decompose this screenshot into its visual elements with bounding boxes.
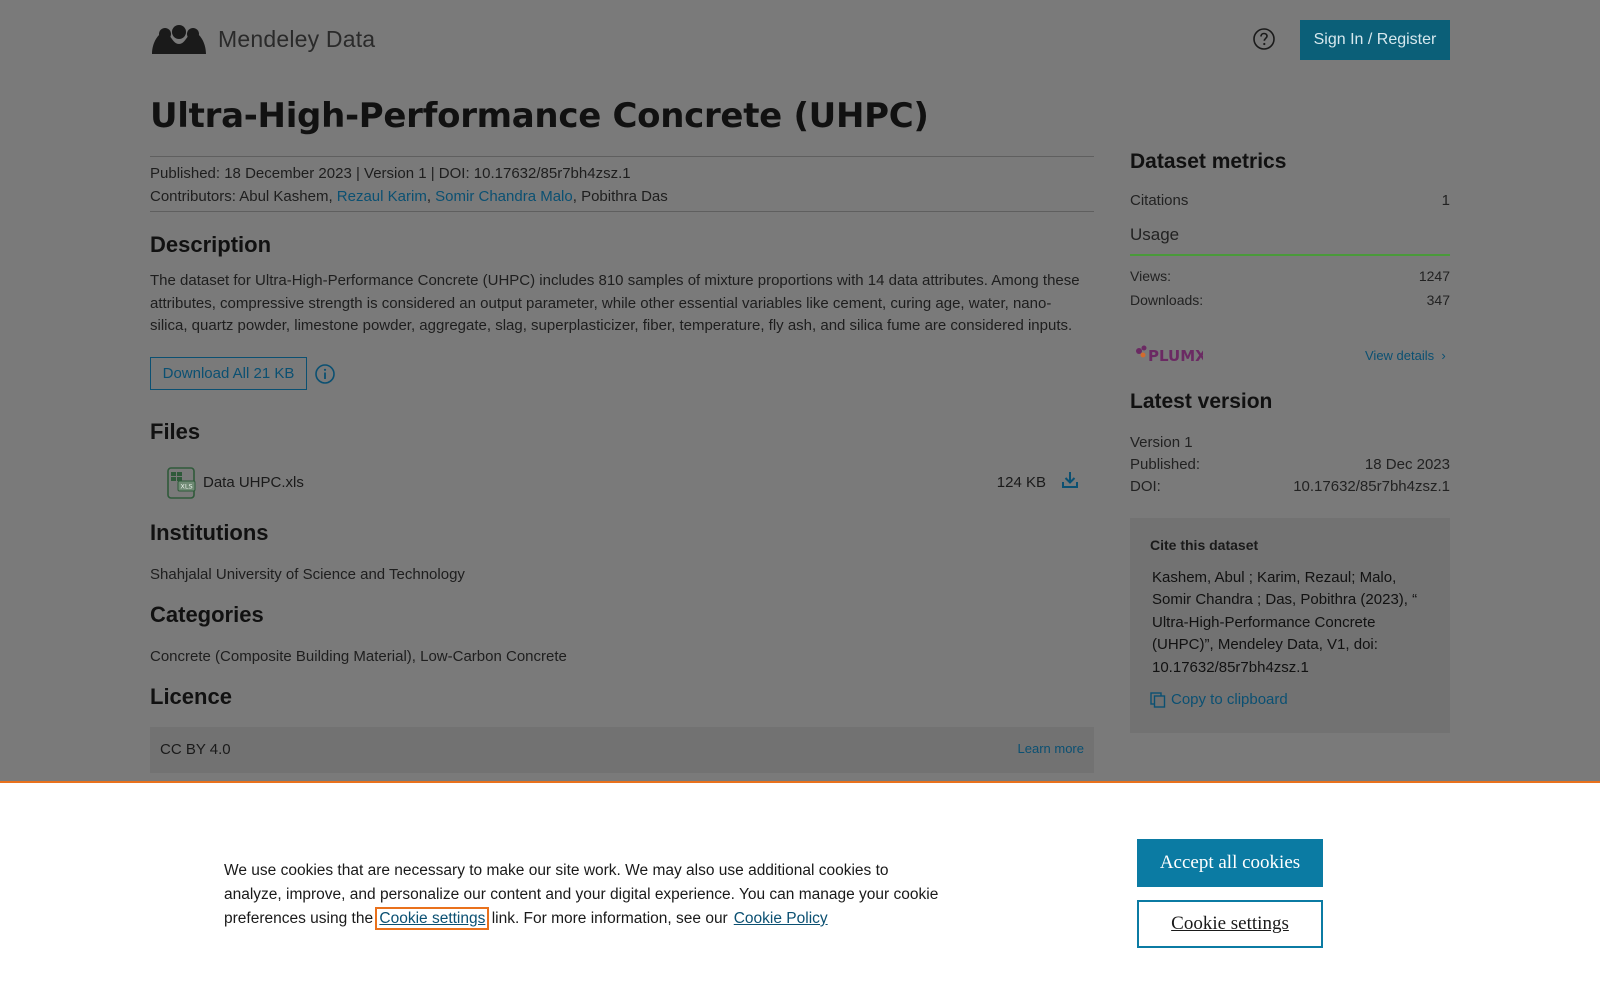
mendeley-logo-icon bbox=[152, 25, 206, 54]
downloads-label: Downloads: bbox=[1130, 292, 1204, 308]
cookie-banner: We use cookies that are necessary to mak… bbox=[0, 781, 1600, 1000]
description-heading: Description bbox=[150, 232, 272, 257]
cookie-settings-button[interactable]: Cookie settings bbox=[1137, 900, 1323, 948]
published-row: Published: 18 Dec 2023 bbox=[1130, 456, 1450, 473]
meta-divider bbox=[150, 211, 1094, 212]
info-icon[interactable] bbox=[314, 363, 336, 385]
sign-in-register-button[interactable]: Sign In / Register bbox=[1300, 20, 1450, 60]
licence-heading: Licence bbox=[150, 684, 232, 709]
files-heading: Files bbox=[150, 419, 201, 444]
view-details-link[interactable]: View details › bbox=[1365, 348, 1446, 363]
description-text: The dataset for Ultra-High-Performance C… bbox=[150, 272, 1080, 334]
cookie-message: We use cookies that are necessary to mak… bbox=[224, 859, 944, 931]
cite-dataset-box: Cite this dataset Kashem, Abul ; Karim, … bbox=[1130, 518, 1450, 733]
view-details-label: View details bbox=[1365, 348, 1435, 363]
doi-label: DOI: bbox=[1130, 478, 1161, 495]
views-value: 1247 bbox=[1418, 268, 1450, 284]
download-icon[interactable] bbox=[1060, 470, 1080, 490]
dataset-title: Ultra-High-Performance Concrete (UHPC) bbox=[150, 96, 929, 136]
copy-to-clipboard-button[interactable]: Copy to clipboard bbox=[1150, 691, 1288, 708]
citations-label: Citations bbox=[1130, 192, 1189, 209]
institutions-heading: Institutions bbox=[150, 520, 269, 545]
usage-divider bbox=[1130, 254, 1450, 256]
contributors-label: Contributors: bbox=[150, 188, 236, 205]
contributors-line: Contributors: Abul Kashem, Rezaul Karim,… bbox=[150, 188, 668, 205]
title-divider bbox=[150, 156, 1094, 157]
xls-file-icon: XLS bbox=[167, 467, 196, 499]
contributor-link[interactable]: Rezaul Karim bbox=[337, 188, 427, 205]
categories-text: Concrete (Composite Building Material), … bbox=[150, 648, 567, 665]
logo-text: Mendeley Data bbox=[218, 25, 376, 52]
published-value: 18 Dec 2023 bbox=[1364, 456, 1450, 473]
mendeley-logo[interactable]: Mendeley Data bbox=[150, 22, 375, 56]
svg-text:PLUMX: PLUMX bbox=[1148, 347, 1203, 365]
latest-version-heading: Latest version bbox=[1130, 390, 1273, 413]
page: Mendeley Data Sign In / Register Ultra-H… bbox=[0, 0, 1600, 1000]
learn-more-link[interactable]: Learn more bbox=[1018, 741, 1084, 756]
licence-name: CC BY 4.0 bbox=[160, 741, 231, 758]
file-row[interactable]: XLS Data UHPC.xls 124 KB bbox=[166, 465, 1086, 499]
downloads-row: Downloads: 347 bbox=[1130, 292, 1450, 308]
copy-label: Copy to clipboard bbox=[1171, 691, 1288, 708]
file-name[interactable]: Data UHPC.xls bbox=[203, 474, 304, 491]
views-row: Views: 1247 bbox=[1130, 268, 1450, 284]
plumx-logo-icon: PLUMX bbox=[1136, 345, 1203, 365]
cite-heading: Cite this dataset bbox=[1150, 537, 1259, 553]
copy-icon bbox=[1150, 691, 1166, 708]
contributor-name: Abul Kashem bbox=[239, 188, 329, 205]
usage-heading: Usage bbox=[1130, 225, 1180, 244]
licence-box: CC BY 4.0 Learn more bbox=[150, 727, 1094, 773]
contributor-link[interactable]: Somir Chandra Malo bbox=[435, 188, 573, 205]
institution-text: Shahjalal University of Science and Tech… bbox=[150, 566, 465, 583]
accept-all-cookies-button[interactable]: Accept all cookies bbox=[1137, 839, 1323, 887]
published-line: Published: 18 December 2023 | Version 1 … bbox=[150, 165, 631, 182]
categories-heading: Categories bbox=[150, 602, 264, 627]
svg-text:XLS: XLS bbox=[180, 483, 192, 491]
views-label: Views: bbox=[1130, 268, 1171, 284]
citations-row: Citations 1 bbox=[1130, 192, 1450, 209]
file-size: 124 KB bbox=[996, 474, 1046, 491]
cookie-text-after: link. For more information, see our bbox=[491, 910, 728, 927]
contributor-name: Pobithra Das bbox=[581, 188, 668, 205]
help-icon[interactable] bbox=[1252, 27, 1276, 51]
doi-row: DOI: 10.17632/85r7bh4zsz.1 bbox=[1130, 478, 1450, 495]
doi-value[interactable]: 10.17632/85r7bh4zsz.1 bbox=[1293, 478, 1450, 495]
downloads-value: 347 bbox=[1426, 292, 1450, 308]
dataset-metrics-heading: Dataset metrics bbox=[1130, 150, 1287, 173]
cookie-settings-link[interactable]: Cookie settings bbox=[375, 907, 490, 930]
chevron-right-icon: › bbox=[1437, 348, 1446, 363]
citation-text: Kashem, Abul ; Karim, Rezaul; Malo, Somi… bbox=[1152, 569, 1418, 676]
download-all-button[interactable]: Download All 21 KB bbox=[150, 357, 307, 390]
published-label: Published: bbox=[1130, 456, 1201, 473]
cookie-policy-link[interactable]: Cookie Policy bbox=[734, 910, 828, 927]
citations-value: 1 bbox=[1441, 192, 1450, 209]
version-label: Version 1 bbox=[1130, 434, 1193, 451]
